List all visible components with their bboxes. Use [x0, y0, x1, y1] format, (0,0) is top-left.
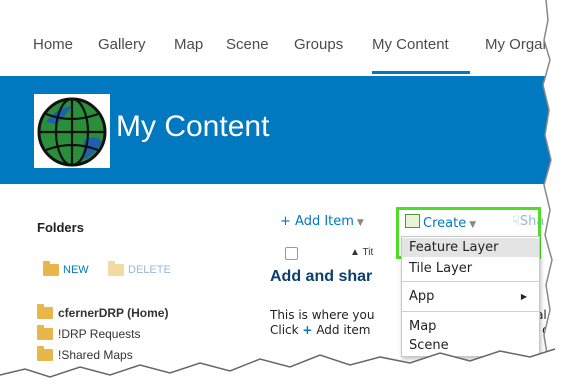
- folders-heading: Folders: [37, 220, 84, 235]
- nav-home[interactable]: Home: [33, 36, 73, 53]
- add-item-label: + Add Item: [280, 214, 354, 229]
- empty-state-line2: Click + Add item nt o: [270, 323, 549, 337]
- menu-divider: [402, 281, 539, 282]
- screenshot-frame: Home Gallery Map Scene Groups My Content…: [0, 0, 555, 378]
- chevron-down-icon: ▼: [356, 218, 364, 228]
- torn-edge-right: [542, 0, 569, 390]
- torn-edge-bottom: [0, 348, 569, 390]
- new-folder-button[interactable]: NEW: [43, 261, 89, 276]
- folder-item-drp-requests[interactable]: !DRP Requests: [37, 325, 141, 341]
- folder-icon: [37, 304, 53, 319]
- menu-item-feature-layer[interactable]: Feature Layer: [402, 238, 539, 257]
- menu-item-app[interactable]: App ▶: [402, 287, 539, 306]
- nav-map[interactable]: Map: [174, 36, 203, 53]
- empty-state-line1: This is where you s al: [270, 308, 547, 322]
- folder-item-home[interactable]: cfernerDRP (Home): [37, 304, 169, 320]
- empty-state-heading: Add and shar: [270, 268, 373, 285]
- folder-label: !DRP Requests: [58, 327, 141, 341]
- menu-item-tile-layer[interactable]: Tile Layer: [402, 259, 539, 278]
- menu-divider: [402, 311, 539, 312]
- empty-state-text: This is where you: [270, 308, 375, 322]
- select-all-checkbox[interactable]: [285, 247, 298, 260]
- plus-icon: +: [302, 323, 313, 337]
- nav-my-content[interactable]: My Content: [372, 36, 449, 53]
- menu-item-map[interactable]: Map: [402, 317, 539, 336]
- menu-item-app-label: App: [409, 289, 435, 304]
- empty-state-click: Click: [270, 323, 299, 337]
- nav-active-indicator: [372, 71, 470, 74]
- page-title: My Content: [116, 110, 270, 143]
- folder-icon: [37, 325, 53, 340]
- page-banner: My Content: [0, 76, 555, 184]
- new-folder-icon: [43, 261, 59, 276]
- delete-folder-icon: [108, 261, 124, 276]
- chevron-right-icon: ▶: [520, 292, 527, 301]
- top-nav: Home Gallery Map Scene Groups My Content…: [0, 0, 555, 75]
- nav-groups[interactable]: Groups: [294, 36, 343, 53]
- folder-label: cfernerDRP (Home): [58, 306, 169, 320]
- delete-folder-button[interactable]: DELETE: [108, 261, 171, 276]
- title-column-header[interactable]: ▲ Tit: [350, 247, 373, 258]
- add-item-button[interactable]: + Add Item ▼: [280, 214, 364, 229]
- nav-scene[interactable]: Scene: [226, 36, 269, 53]
- create-menu: Feature Layer Tile Layer App ▶ Map Scene: [401, 236, 540, 357]
- nav-gallery[interactable]: Gallery: [98, 36, 146, 53]
- empty-state-add-item: Add item: [316, 323, 371, 337]
- globe-icon: [34, 94, 110, 168]
- new-folder-label: NEW: [63, 264, 89, 276]
- delete-folder-label: DELETE: [128, 264, 171, 276]
